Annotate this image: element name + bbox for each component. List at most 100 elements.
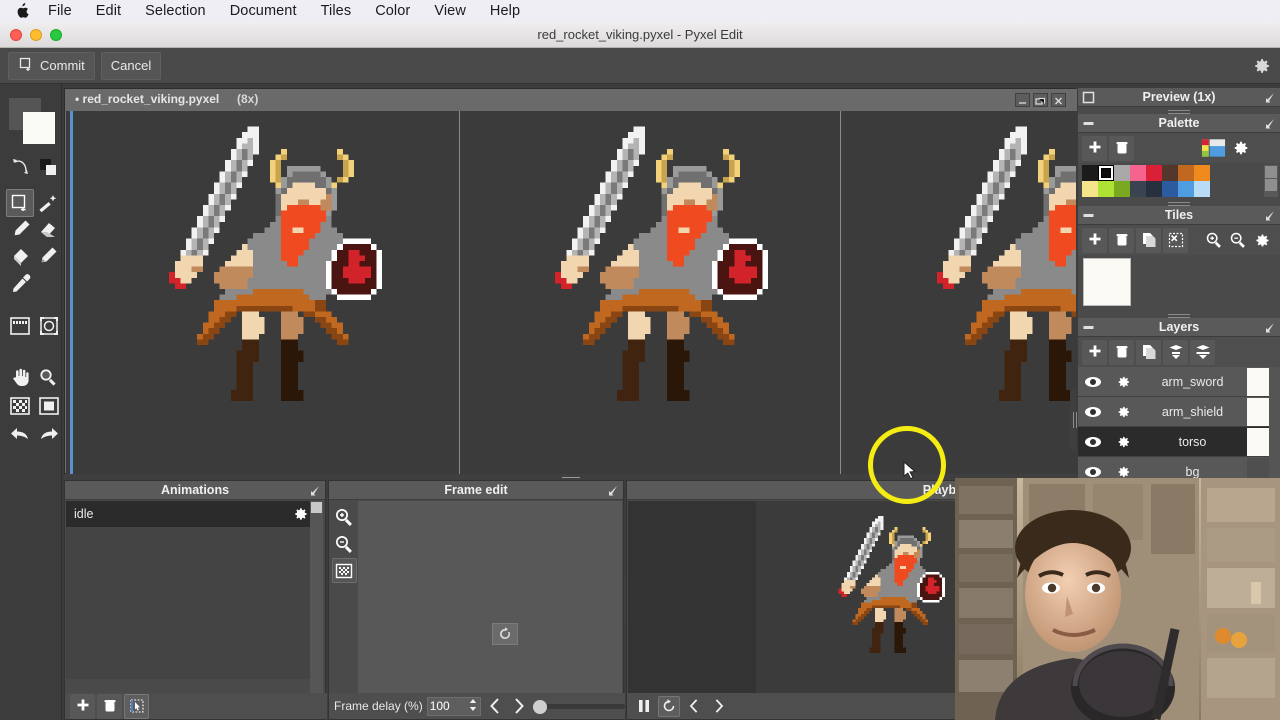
- palette-swatch[interactable]: [1178, 181, 1194, 197]
- delete-animation-icon[interactable]: [97, 693, 122, 719]
- select-animation-icon[interactable]: [124, 693, 149, 719]
- layer-row[interactable]: torso: [1078, 427, 1280, 457]
- rectangle-select-tool[interactable]: [6, 189, 34, 217]
- add-tile-icon[interactable]: [1082, 227, 1107, 253]
- palette-swatch[interactable]: [1098, 181, 1114, 197]
- gear-icon[interactable]: [1108, 403, 1138, 421]
- zoom-tool[interactable]: [35, 364, 61, 390]
- vertical-splitter[interactable]: [1070, 390, 1076, 450]
- palette-swatch[interactable]: [1114, 181, 1130, 197]
- eraser-tool[interactable]: [35, 216, 61, 242]
- layer-row[interactable]: arm_shield: [1078, 397, 1280, 427]
- foreground-color-swatch[interactable]: [23, 112, 55, 144]
- palette-swatch[interactable]: [1146, 181, 1162, 197]
- palette-swatch[interactable]: [1114, 165, 1130, 181]
- frame-tool[interactable]: [35, 392, 63, 420]
- palette-swatch[interactable]: [1162, 165, 1178, 181]
- layer-visibility-icon[interactable]: [1078, 465, 1108, 479]
- paint-bucket-tool[interactable]: [8, 243, 34, 269]
- menu-item-color[interactable]: Color: [375, 3, 410, 19]
- empty-frame-icon[interactable]: [492, 623, 518, 645]
- tiles-list[interactable]: [1078, 255, 1280, 311]
- canvas-window-header[interactable]: • red_rocket_viking.pyxel (8x): [65, 89, 1077, 111]
- menu-item-document[interactable]: Document: [230, 3, 297, 19]
- swap-colors-icon[interactable]: [8, 154, 34, 180]
- animation-row-idle[interactable]: idle: [66, 501, 314, 527]
- menu-item-selection[interactable]: Selection: [145, 3, 206, 19]
- next-frame-button[interactable]: [509, 696, 529, 716]
- canvas-restore-icon[interactable]: [1033, 93, 1048, 107]
- pause-button[interactable]: [633, 696, 655, 717]
- palette-swatch[interactable]: [1146, 165, 1162, 181]
- scroll-up-icon[interactable]: [1265, 166, 1277, 178]
- pencil-tool[interactable]: [8, 216, 34, 242]
- undock-icon[interactable]: [308, 484, 321, 497]
- duplicate-layer-icon[interactable]: [1136, 339, 1161, 365]
- duplicate-tile-icon[interactable]: [1136, 227, 1161, 253]
- frame-edit-canvas[interactable]: [358, 501, 622, 693]
- add-animation-icon[interactable]: [70, 693, 95, 719]
- layer-row[interactable]: arm_sword: [1078, 367, 1280, 397]
- clear-tile-icon[interactable]: [1163, 227, 1188, 253]
- magic-wand-tool[interactable]: [35, 190, 61, 216]
- animations-scrollbar[interactable]: [310, 501, 323, 699]
- zoom-out-icon[interactable]: [332, 531, 357, 556]
- gear-icon[interactable]: [1108, 433, 1138, 451]
- canvas-viewport[interactable]: [66, 111, 1076, 474]
- palette-swatch[interactable]: [1178, 165, 1194, 181]
- loop-button[interactable]: [658, 695, 680, 717]
- palette-swatch[interactable]: [1226, 165, 1242, 181]
- canvas-close-icon[interactable]: [1051, 93, 1066, 107]
- prev-frame-button[interactable]: [683, 696, 705, 717]
- animations-list[interactable]: idle: [66, 501, 314, 679]
- redo-button[interactable]: [35, 421, 63, 447]
- layer-visibility-icon[interactable]: [1078, 375, 1108, 389]
- flatten-icon[interactable]: [1190, 339, 1215, 365]
- palette-swatch[interactable]: [1194, 165, 1210, 181]
- menu-item-view[interactable]: View: [434, 3, 466, 19]
- menu-item-tiles[interactable]: Tiles: [321, 3, 352, 19]
- layers-scrollbar[interactable]: [1269, 367, 1280, 485]
- sprite-frame-3[interactable]: [926, 121, 1076, 401]
- palette-swatch[interactable]: [1082, 181, 1098, 197]
- tile-stamp-tool[interactable]: [6, 312, 34, 340]
- undock-icon[interactable]: [1263, 91, 1276, 104]
- gear-icon[interactable]: [290, 504, 310, 524]
- palette-grid[interactable]: [1082, 165, 1242, 197]
- gear-icon[interactable]: [1227, 136, 1252, 161]
- delete-tile-icon[interactable]: [1109, 227, 1134, 253]
- palette-swatch[interactable]: [1194, 181, 1210, 197]
- add-color-icon[interactable]: [1082, 135, 1107, 161]
- scroll-down-icon[interactable]: [1265, 179, 1277, 191]
- menu-item-edit[interactable]: Edit: [96, 3, 121, 19]
- palette-swatch[interactable]: [1162, 181, 1178, 197]
- add-layer-icon[interactable]: [1082, 339, 1107, 365]
- checker-tool[interactable]: [6, 392, 34, 420]
- delete-layer-icon[interactable]: [1109, 339, 1134, 365]
- scroll-up-icon[interactable]: [311, 502, 322, 513]
- undo-button[interactable]: [6, 421, 34, 447]
- cancel-button[interactable]: Cancel: [100, 51, 162, 80]
- onion-skin-icon[interactable]: [331, 558, 357, 583]
- layer-visibility-icon[interactable]: [1078, 435, 1108, 449]
- stepper-arrows-icon[interactable]: [468, 697, 478, 716]
- undock-icon[interactable]: [1263, 117, 1276, 130]
- color-ramp-icon[interactable]: [1201, 136, 1226, 161]
- panel-resize-grip[interactable]: [1078, 199, 1280, 206]
- palette-swatch[interactable]: [1130, 181, 1146, 197]
- zoom-in-icon[interactable]: [1201, 228, 1226, 253]
- frame-delay-stepper[interactable]: 100: [426, 696, 481, 716]
- undock-icon[interactable]: [1263, 321, 1276, 334]
- contrast-colors-icon[interactable]: [35, 154, 61, 180]
- gear-icon[interactable]: [1249, 54, 1273, 78]
- palette-swatch[interactable]: [1226, 181, 1242, 197]
- gear-icon[interactable]: [1108, 373, 1138, 391]
- frame-slider-knob[interactable]: [532, 700, 547, 714]
- zoom-out-icon[interactable]: [1225, 228, 1250, 253]
- palette-swatch[interactable]: [1210, 165, 1226, 181]
- palette-swatch[interactable]: [1130, 165, 1146, 181]
- menu-item-file[interactable]: File: [48, 3, 72, 19]
- color-selector[interactable]: [9, 98, 55, 144]
- sprite-frame-2[interactable]: [544, 121, 768, 401]
- palette-scrollbar[interactable]: [1264, 165, 1278, 197]
